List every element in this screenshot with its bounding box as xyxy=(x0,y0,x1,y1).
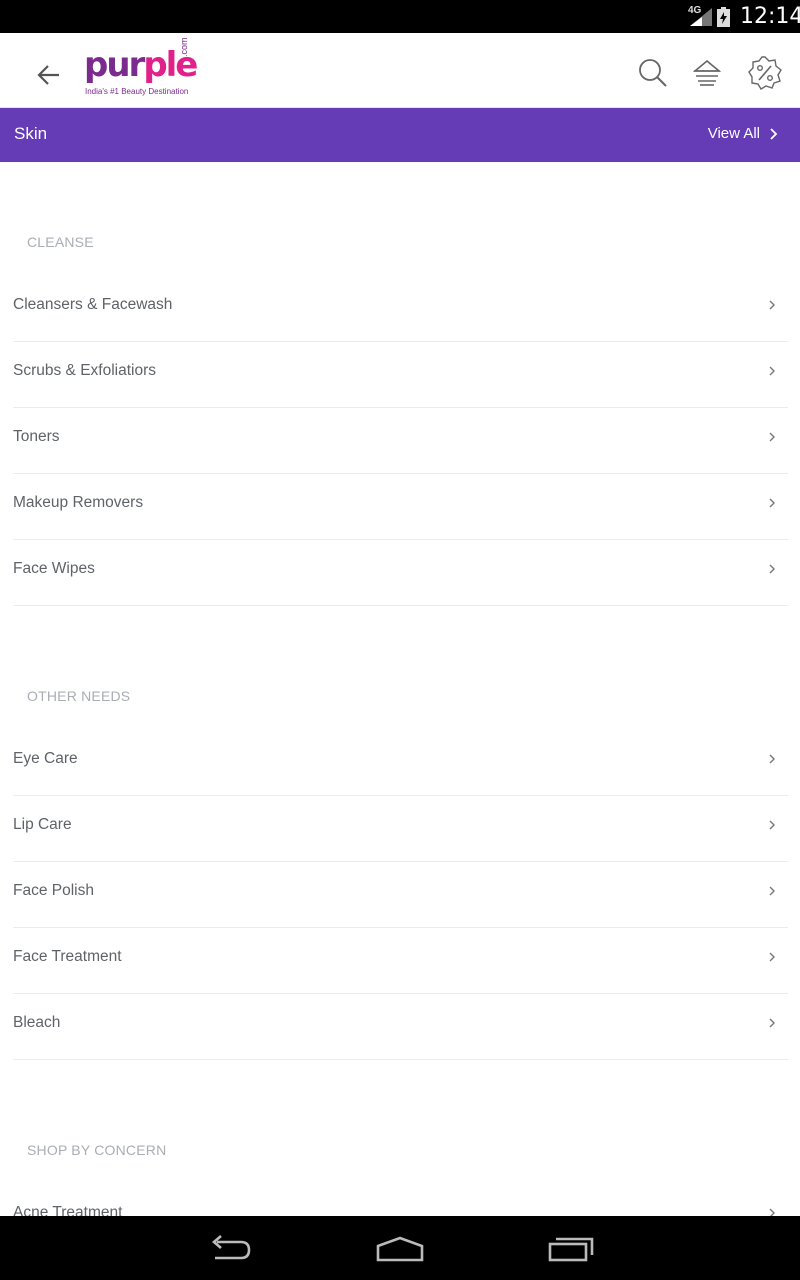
list-item-label: Face Polish xyxy=(13,882,94,899)
list-item[interactable]: Face Treatment xyxy=(13,928,788,994)
chevron-right-icon xyxy=(769,820,775,830)
list-item-label: Face Treatment xyxy=(13,948,122,965)
category-title: Skin xyxy=(14,124,48,143)
list-item-label: Eye Care xyxy=(13,750,78,767)
list-item[interactable]: Cleansers & Facewash xyxy=(13,276,788,342)
section-title-other-needs: OTHER NEEDS xyxy=(27,688,131,704)
back-nav-icon[interactable] xyxy=(205,1230,255,1266)
chevron-right-icon xyxy=(770,127,778,140)
home-nav-icon[interactable] xyxy=(375,1230,425,1266)
list-item[interactable]: Bleach xyxy=(13,994,788,1060)
logo-dotcom: .com xyxy=(179,37,189,57)
category-list: CLEANSE Cleansers & Facewash Scrubs & Ex… xyxy=(0,162,800,1216)
list-item[interactable]: Face Polish xyxy=(13,862,788,928)
status-bar: 4G 12:14 xyxy=(0,0,800,33)
chevron-right-icon xyxy=(769,1208,775,1216)
chevron-right-icon xyxy=(769,564,775,574)
list-item-label: Scrubs & Exfoliatiors xyxy=(13,362,156,379)
chevron-right-icon xyxy=(769,366,775,376)
list-item[interactable]: Acne Treatment xyxy=(13,1184,788,1216)
battery-icon xyxy=(717,7,730,27)
chevron-right-icon xyxy=(769,300,775,310)
cart-icon[interactable] xyxy=(689,55,725,91)
clock: 12:14 xyxy=(740,4,800,29)
list-item[interactable]: Face Wipes xyxy=(13,540,788,606)
section-title-cleanse: CLEANSE xyxy=(27,234,94,250)
logo-tagline: India's #1 Beauty Destination xyxy=(85,87,189,96)
list-item-label: Lip Care xyxy=(13,816,72,833)
purplle-logo[interactable]: purple .com India's #1 Beauty Destinatio… xyxy=(84,37,198,101)
list-item[interactable]: Scrubs & Exfoliatiors xyxy=(13,342,788,408)
chevron-right-icon xyxy=(769,754,775,764)
list-item-label: Makeup Removers xyxy=(13,494,144,511)
category-header: Skin View All xyxy=(0,108,800,162)
list-item[interactable]: Eye Care xyxy=(13,730,788,796)
list-item-label: Cleansers & Facewash xyxy=(13,296,173,313)
list-item[interactable]: Makeup Removers xyxy=(13,474,788,540)
recents-nav-icon[interactable] xyxy=(546,1230,596,1266)
signal-icon xyxy=(690,8,712,26)
section-title-shop-by-concern: SHOP BY CONCERN xyxy=(27,1142,167,1158)
chevron-right-icon xyxy=(769,432,775,442)
chevron-right-icon xyxy=(769,952,775,962)
list-item-label: Bleach xyxy=(13,1014,61,1031)
app-bar: purple .com India's #1 Beauty Destinatio… xyxy=(0,33,800,108)
list-item[interactable]: Lip Care xyxy=(13,796,788,862)
view-all-button[interactable]: View All xyxy=(708,125,778,142)
chevron-right-icon xyxy=(769,1018,775,1028)
system-nav-bar xyxy=(0,1216,800,1280)
back-arrow-icon[interactable] xyxy=(30,57,66,93)
list-item-label: Acne Treatment xyxy=(13,1204,123,1216)
chevron-right-icon xyxy=(769,886,775,896)
search-icon[interactable] xyxy=(635,55,671,91)
chevron-right-icon xyxy=(769,498,775,508)
list-item-label: Face Wipes xyxy=(13,560,95,577)
offers-percent-icon[interactable] xyxy=(747,55,783,91)
list-item[interactable]: Toners xyxy=(13,408,788,474)
view-all-label: View All xyxy=(707,125,760,142)
list-item-label: Toners xyxy=(13,428,60,445)
